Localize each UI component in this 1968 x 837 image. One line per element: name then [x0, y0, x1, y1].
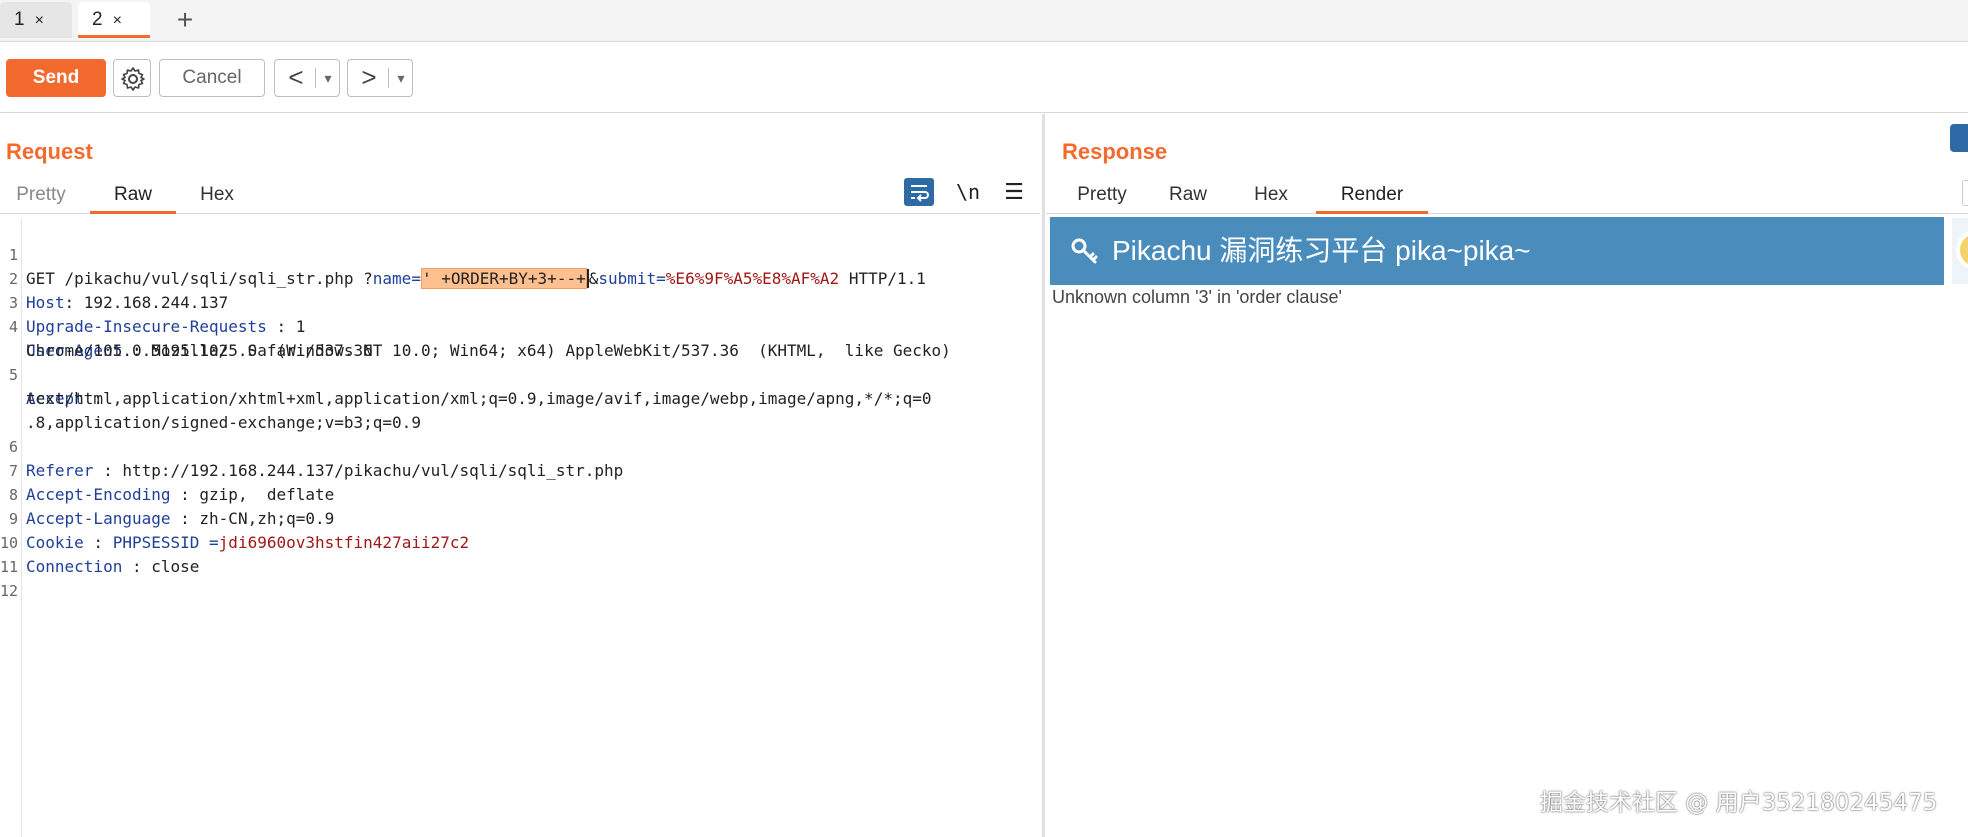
tab-hex[interactable]: Hex	[1242, 176, 1300, 214]
panel-edge-handle[interactable]	[1962, 180, 1968, 206]
word-wrap-icon	[911, 185, 929, 202]
toolbar: Send Cancel < ▾ > ▾	[0, 43, 1968, 113]
back-button[interactable]: < ▾	[274, 59, 340, 97]
code-line: Chrome/105.0.5195.102 Safari/537.36	[0, 315, 1030, 360]
code-line: 6 Referer : http://192.168.244.137/pikac…	[0, 411, 1030, 480]
close-icon[interactable]: ×	[35, 12, 44, 29]
chevron-left-icon: <	[288, 62, 304, 92]
settings-button[interactable]	[113, 59, 151, 97]
close-icon[interactable]: ×	[113, 12, 122, 29]
word-wrap-button[interactable]	[904, 178, 934, 206]
gear-icon	[121, 67, 145, 91]
render-message: Unknown column '3' in 'order clause'	[1052, 287, 1342, 307]
code-line: 4 User-Agent : Mozilla/5.0 (Windows NT 1…	[0, 291, 1030, 360]
tab-render[interactable]: Render	[1316, 176, 1428, 214]
tab-pretty[interactable]: Pretty	[2, 176, 80, 214]
response-title: Response	[1062, 139, 1168, 164]
tab-raw[interactable]: Raw	[90, 176, 176, 214]
tab-1[interactable]: 1 ×	[0, 2, 72, 38]
menu-icon[interactable]: ☰	[1002, 178, 1026, 206]
avatar-image	[1956, 230, 1968, 270]
code-line: .8,application/signed-exchange;v=b3;q=0.…	[0, 387, 1030, 432]
newline-icon[interactable]: \n	[956, 178, 984, 206]
divider	[315, 68, 316, 88]
editor-options: \n ☰	[904, 176, 1034, 208]
cancel-button[interactable]: Cancel	[159, 59, 265, 97]
tab-label: 2	[92, 9, 103, 30]
code-line: 7 Accept-Encoding : gzip, deflate	[0, 435, 1030, 504]
chevron-down-icon[interactable]: ▾	[392, 60, 410, 96]
code-line: 10 Connection : close	[0, 507, 1030, 576]
send-button[interactable]: Send	[6, 59, 106, 97]
code-line: 9 Cookie : PHPSESSID =jdi6960ov3hstfin42…	[0, 483, 1030, 552]
tab-label: 1	[14, 9, 25, 30]
request-title: Request	[6, 139, 93, 164]
code-line: 8 Accept-Language : zh-CN,zh;q=0.9	[0, 459, 1030, 528]
tab-raw[interactable]: Raw	[1160, 176, 1216, 214]
avatar	[1952, 218, 1968, 284]
code-line: 2 Host: 192.168.244.137	[0, 243, 1030, 312]
panel-splitter[interactable]	[1042, 114, 1045, 837]
tab-pretty[interactable]: Pretty	[1060, 176, 1144, 214]
watermark: 掘金技术社区 @ 用户352180245475	[1540, 790, 1938, 816]
forward-button[interactable]: > ▾	[347, 59, 413, 97]
code-line: text/html,application/xhtml+xml,applicat…	[0, 363, 1030, 408]
code-line: 5 Accept :	[0, 339, 1030, 408]
response-tabs: Pretty Raw Hex Render	[1046, 176, 1968, 214]
tab-strip: 1 × 2 × +	[0, 0, 1968, 42]
render-title: Pikachu 漏洞练习平台 pika~pika~	[1112, 235, 1531, 266]
render-header: Pikachu 漏洞练习平台 pika~pika~	[1050, 217, 1944, 285]
code-line: 11	[0, 531, 1030, 576]
code-line: 3 Upgrade-Insecure-Requests : 1	[0, 267, 1030, 336]
chevron-down-icon[interactable]: ▾	[319, 60, 337, 96]
chevron-right-icon: >	[361, 62, 377, 92]
divider	[388, 68, 389, 88]
code-line: 1 GET /pikachu/vul/sqli/sqli_str.php ?na…	[0, 219, 1030, 289]
key-icon	[1071, 238, 1098, 264]
request-editor[interactable]: 1 GET /pikachu/vul/sqli/sqli_str.php ?na…	[0, 219, 1030, 600]
add-tab-button[interactable]: +	[170, 3, 200, 37]
tab-2[interactable]: 2 ×	[78, 2, 150, 38]
code-line: 12	[0, 555, 1030, 600]
request-tabs: Pretty Raw Hex	[0, 176, 1040, 214]
line-number: 12	[0, 582, 19, 600]
inspector-toggle-button[interactable]	[1950, 124, 1968, 152]
tab-hex[interactable]: Hex	[182, 176, 252, 214]
